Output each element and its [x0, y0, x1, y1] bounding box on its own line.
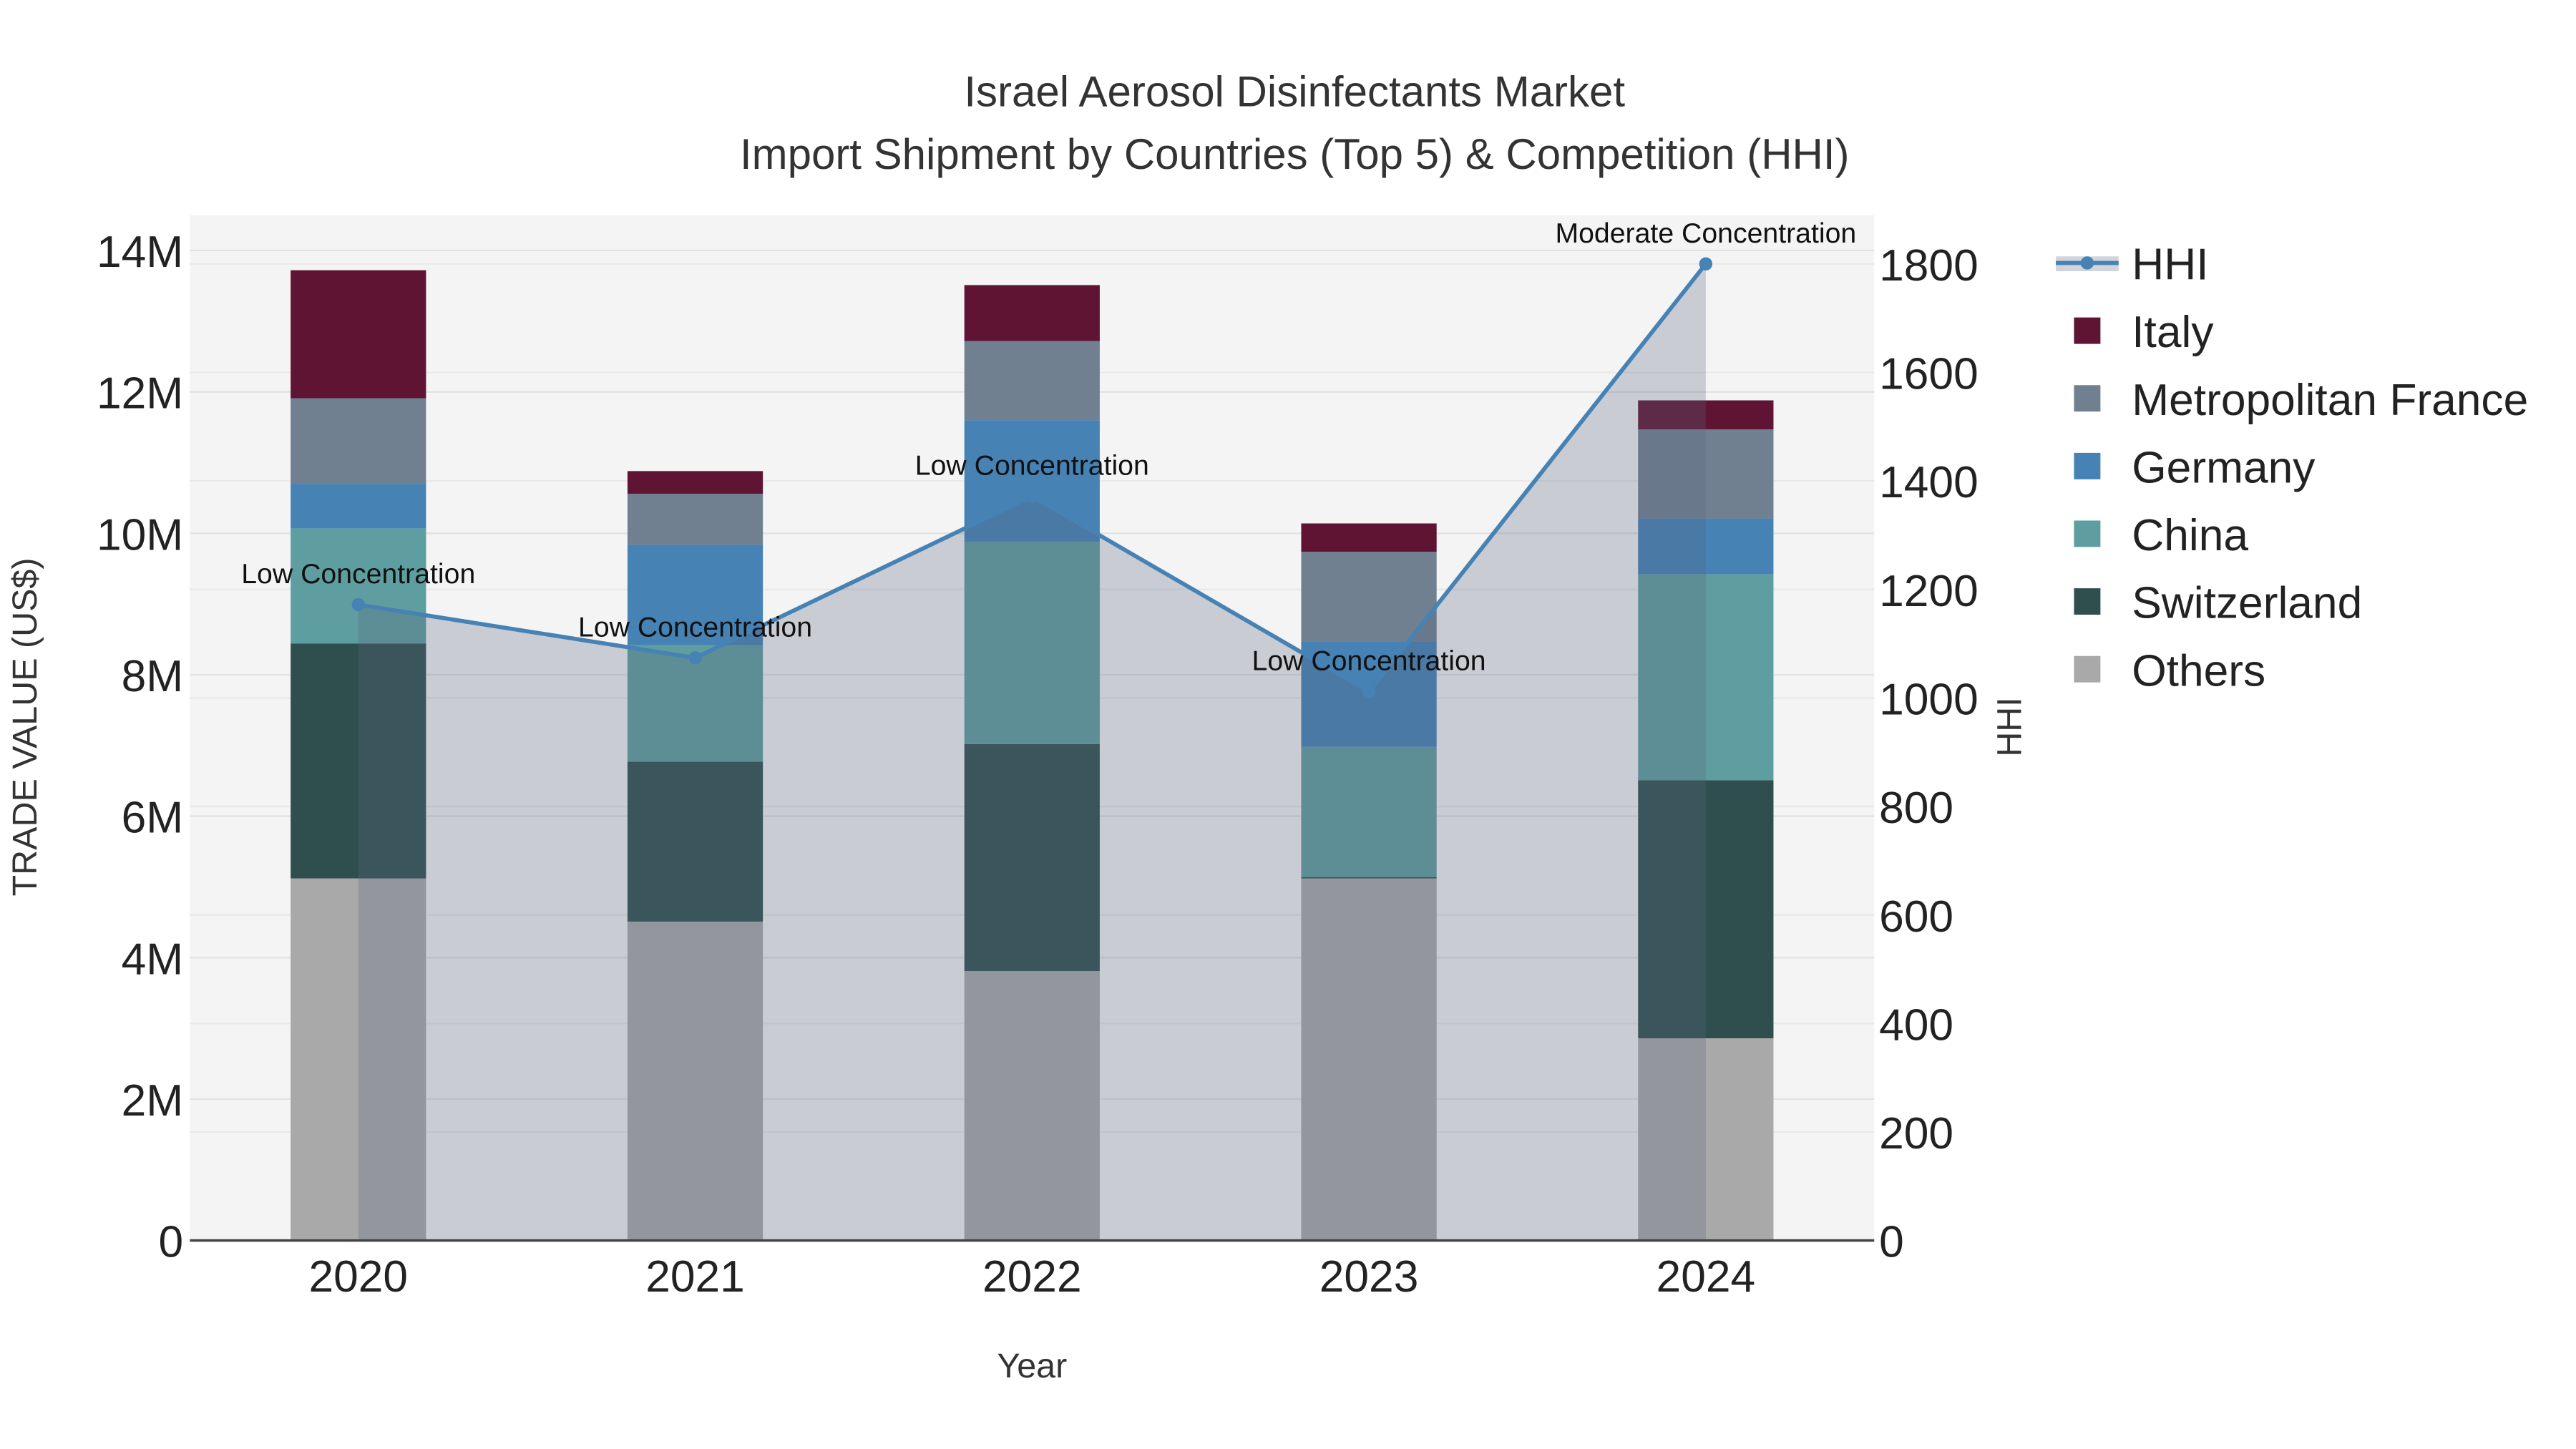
legend-swatch-germany: [2074, 452, 2101, 479]
y2-tick-label: 1600: [1879, 350, 1979, 399]
legend-label: Metropolitan France: [2132, 376, 2528, 425]
y2-tick-label: 400: [1879, 1000, 1953, 1050]
y2-tick-label: 200: [1879, 1109, 1953, 1158]
hhi-point: [1362, 685, 1376, 698]
x-axis-label: Year: [997, 1347, 1067, 1385]
y-tick-label: 8M: [122, 652, 184, 701]
hhi-point: [1699, 257, 1713, 271]
y2-tick-label: 1400: [1879, 458, 1979, 507]
legend-swatch-china: [2074, 520, 2101, 547]
hhi-point: [688, 651, 702, 665]
y-tick-label: 10M: [97, 510, 183, 560]
legend-label: Italy: [2132, 308, 2214, 357]
y-tick-label: 0: [158, 1218, 183, 1267]
bar-italy-2021: [627, 471, 763, 494]
legend-label: China: [2132, 511, 2248, 560]
hhi-point: [351, 597, 365, 612]
legend-label: Germany: [2132, 443, 2316, 492]
x-tick-label: 2023: [1319, 1252, 1419, 1302]
hhi-annotation: Low Concentration: [578, 611, 812, 643]
hhi-annotation: Low Concentration: [915, 449, 1149, 481]
legend-swatch-switzerland: [2074, 588, 2101, 615]
legend-swatch-italy: [2074, 317, 2101, 344]
x-tick-label: 2022: [982, 1252, 1082, 1302]
y2-axis-label: HHI: [1991, 697, 2029, 756]
hhi-annotation: Low Concentration: [241, 558, 475, 590]
bar-metropolitan-france-2021: [627, 493, 763, 545]
bar-metropolitan-france-2020: [291, 398, 426, 484]
chart-subtitle: Import Shipment by Countries (Top 5) & C…: [740, 130, 1850, 178]
chart: Low Concentration Low Concentration Low Co…: [6, 67, 2528, 1385]
y2-tick-label: 1200: [1879, 567, 1979, 616]
y2-tick-label: 1000: [1879, 675, 1979, 724]
y-tick-label: 6M: [122, 794, 184, 843]
chart-title: Israel Aerosol Disinfectants Market: [964, 67, 1625, 115]
bar-germany-2020: [291, 484, 426, 529]
y-axis-label: TRADE VALUE (US$): [6, 557, 44, 896]
bar-italy-2022: [964, 285, 1100, 341]
hhi-annotation: Moderate Concentration: [1555, 218, 1856, 249]
hhi-point: [1025, 489, 1039, 503]
legend-label: Switzerland: [2132, 579, 2362, 628]
legend-swatch-metropolitan-france: [2074, 385, 2101, 412]
legend-label-hhi: HHI: [2132, 240, 2208, 290]
legend-hhi-marker-icon: [2080, 256, 2094, 270]
bar-italy-2023: [1301, 523, 1437, 552]
legend-label: Others: [2132, 646, 2265, 696]
legend-swatch-others: [2074, 655, 2101, 683]
y-tick-label: 12M: [97, 369, 183, 419]
y2-tick-label: 1800: [1879, 241, 1979, 291]
y2-tick-label: 800: [1879, 784, 1953, 833]
x-tick-label: 2020: [308, 1252, 408, 1302]
bar-italy-2020: [291, 270, 426, 399]
hhi-annotation: Low Concentration: [1252, 645, 1486, 676]
y-tick-label: 2M: [122, 1076, 184, 1126]
x-tick-label: 2021: [645, 1252, 745, 1302]
y2-tick-label: 600: [1879, 892, 1953, 942]
y-tick-label: 14M: [97, 228, 183, 277]
legend: HHI Italy Metropolitan France Germany China S…: [2056, 240, 2528, 696]
y-tick-label: 4M: [122, 935, 184, 984]
bar-metropolitan-france-2022: [964, 341, 1100, 421]
y2-tick-label: 0: [1879, 1218, 1904, 1267]
x-tick-label: 2024: [1657, 1252, 1756, 1302]
